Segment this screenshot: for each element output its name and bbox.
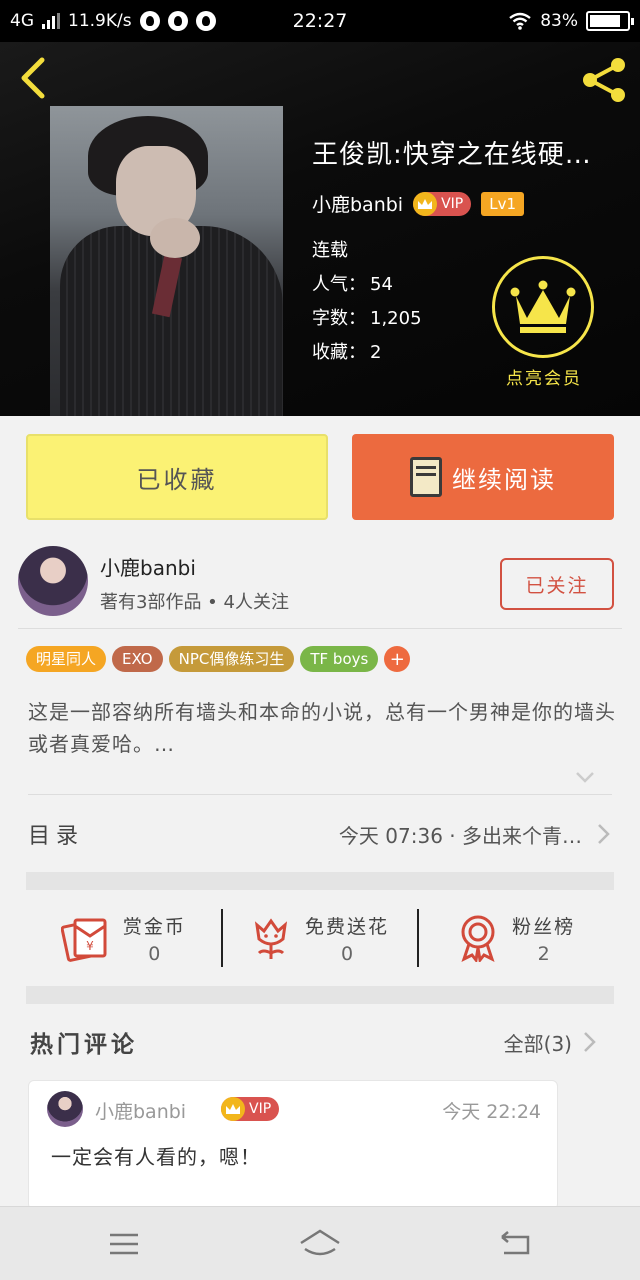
- hot-comments-header: 热门评论 全部(3): [30, 1022, 598, 1062]
- app-notification-icon-2: [195, 11, 216, 31]
- book-description[interactable]: 这是一部容纳所有墙头和本命的小说，总有一个男神是你的墙头或者真爱哈。…: [28, 696, 618, 760]
- tag-list: 明星同人 EXO NPC偶像练习生 TF boys +: [26, 646, 411, 672]
- avatar[interactable]: [47, 1091, 83, 1127]
- network-speed: 11.9K/s: [68, 11, 132, 31]
- signal-icon: [42, 13, 60, 29]
- send-flower-button[interactable]: 免费送花 0: [223, 912, 418, 965]
- stat-label: 赏金币: [122, 915, 186, 938]
- favorites-label: 收藏：: [312, 342, 366, 363]
- section-separator: [26, 986, 614, 1004]
- word-count-label: 字数：: [312, 308, 366, 329]
- hot-comments-heading: 热门评论: [30, 1032, 138, 1058]
- avatar[interactable]: [18, 546, 88, 616]
- follow-button[interactable]: 已关注: [500, 558, 614, 610]
- vip-label: VIP: [441, 195, 464, 212]
- popularity-label: 人气：: [312, 274, 366, 295]
- app-notification-icon: [167, 11, 188, 31]
- reward-coins-button[interactable]: ¥ 赏金币 0: [26, 912, 221, 965]
- book-author[interactable]: 小鹿banbi: [312, 190, 403, 217]
- chevron-right-icon[interactable]: [582, 1030, 598, 1054]
- status-bar: 4G 11.9K/s 22:27 83%: [0, 0, 640, 42]
- back-icon[interactable]: [492, 1227, 536, 1261]
- divider: [28, 794, 612, 795]
- stats-row: ¥ 赏金币 0 免费送花 0 粉丝榜 2: [26, 890, 614, 986]
- continue-reading-label: 继续阅读: [452, 465, 556, 494]
- author-card[interactable]: 小鹿banbi 著有3部作品 • 4人关注 已关注: [18, 546, 618, 626]
- crown-icon: [221, 1097, 245, 1121]
- vip-badge: VIP: [221, 1097, 280, 1121]
- battery-percent: 83%: [540, 11, 578, 31]
- wifi-icon: [509, 12, 531, 30]
- section-separator: [26, 872, 614, 890]
- red-envelope-icon: ¥: [60, 918, 107, 962]
- system-nav-bar: [0, 1206, 640, 1280]
- level-badge: Lv1: [481, 191, 525, 216]
- menu-icon[interactable]: [104, 1227, 148, 1261]
- fan-ranking-button[interactable]: 粉丝榜 2: [419, 912, 614, 965]
- stat-label: 粉丝榜: [512, 915, 576, 938]
- toc-label: 目录: [28, 824, 85, 849]
- comment-text: 一定会有人看的，嗯！: [51, 1145, 261, 1169]
- battery-icon: [586, 11, 634, 31]
- network-type: 4G: [10, 11, 34, 31]
- book-meta: 连载 人气： 54 字数： 1,205 收藏： 2: [312, 234, 422, 370]
- vip-label: VIP: [249, 1101, 272, 1117]
- popularity-value: 54: [370, 274, 393, 295]
- author-name[interactable]: 小鹿banbi: [100, 552, 196, 581]
- stat-value: 2: [537, 942, 550, 965]
- favorited-button[interactable]: 已收藏: [26, 434, 328, 520]
- latest-chapter: 今天 07:36 · 多出来个青…: [338, 823, 582, 848]
- share-icon[interactable]: [578, 54, 630, 106]
- tag[interactable]: TF boys: [300, 646, 379, 672]
- comment-time: 今天 22:24: [442, 1101, 541, 1123]
- book-detail-content: 已收藏 继续阅读 小鹿banbi 著有3部作品 • 4人关注 已关注 明星同人 …: [0, 416, 640, 1210]
- back-arrow-icon[interactable]: [16, 56, 52, 100]
- add-tag-button[interactable]: +: [384, 646, 411, 672]
- book-icon: [410, 457, 442, 497]
- tag[interactable]: 明星同人: [26, 646, 107, 672]
- svg-text:¥: ¥: [86, 939, 94, 953]
- qq-icon: [139, 11, 160, 31]
- tag[interactable]: EXO: [112, 646, 163, 672]
- stat-value: 0: [340, 942, 354, 965]
- chevron-right-icon: [598, 824, 610, 844]
- serial-status: 连载: [312, 240, 348, 261]
- comment-user[interactable]: 小鹿banbi: [95, 1097, 186, 1124]
- stat-value: 0: [148, 942, 161, 965]
- continue-reading-button[interactable]: 继续阅读: [352, 434, 614, 520]
- favorites-value: 2: [370, 342, 382, 363]
- vip-badge: VIP: [413, 191, 472, 216]
- word-count-value: 1,205: [370, 308, 422, 329]
- tag[interactable]: NPC偶像练习生: [168, 646, 295, 672]
- divider: [18, 628, 622, 629]
- flower-icon: [254, 918, 288, 959]
- stat-label: 免费送花: [305, 915, 390, 938]
- all-comments-link[interactable]: 全部(3): [504, 1028, 572, 1057]
- author-summary: 著有3部作品 • 4人关注: [100, 592, 289, 613]
- table-of-contents-row[interactable]: 目录 今天 07:36 · 多出来个青…: [28, 796, 612, 872]
- medal-icon: [461, 915, 495, 962]
- chevron-down-icon[interactable]: [574, 766, 596, 788]
- book-cover-image[interactable]: [50, 106, 283, 416]
- book-header: 王俊凯:快穿之在线硬… 小鹿banbi VIP Lv1 连载 人气： 54 字数：…: [0, 42, 640, 416]
- vip-action-label: 点亮会员: [506, 369, 582, 389]
- crown-icon: [413, 191, 438, 216]
- crown-icon: [492, 256, 594, 358]
- book-title: 王俊凯:快穿之在线硬…: [312, 140, 592, 170]
- home-icon[interactable]: [298, 1227, 342, 1261]
- comment-card[interactable]: 小鹿banbi VIP 今天 22:24 一定会有人看的，嗯！: [28, 1080, 558, 1210]
- vip-membership-button[interactable]: 点亮会员: [492, 256, 596, 389]
